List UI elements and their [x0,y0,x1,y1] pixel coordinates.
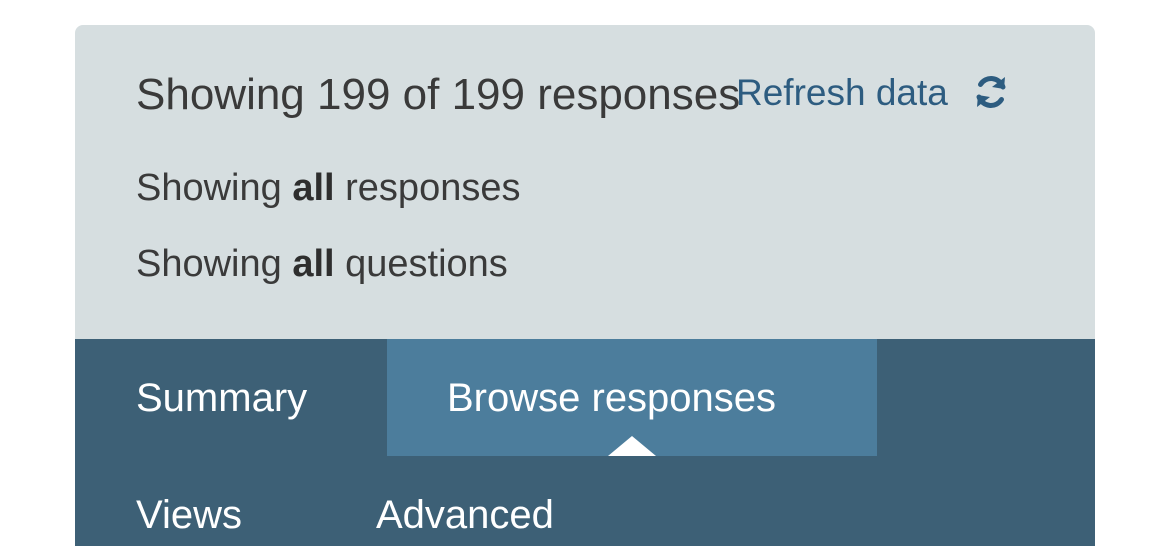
filter-suffix: responses [345,167,521,209]
refresh-data-label: Refresh data [736,71,948,113]
filter-suffix: questions [345,243,508,285]
response-filter-status: Showing all responses [136,169,520,207]
tab-browse-responses[interactable]: Browse responses [387,339,877,456]
refresh-data-link[interactable]: Refresh data [736,73,1010,111]
filter-prefix: Showing [136,167,282,209]
question-filter-status: Showing all questions [136,245,508,283]
refresh-icon [972,73,1010,111]
active-tab-indicator [608,436,656,456]
filter-prefix: Showing [136,243,282,285]
responses-panel: Showing 199 of 199 responses Refresh dat… [75,25,1095,546]
response-count-heading: Showing 199 of 199 responses [136,70,741,119]
tab-advanced[interactable]: Advanced [376,495,554,535]
filter-emphasis: all [292,167,335,209]
tab-summary[interactable]: Summary [136,378,307,418]
tab-views[interactable]: Views [136,495,242,535]
filter-emphasis: all [292,243,335,285]
results-tab-bar: Summary Browse responses Views Advanced [75,339,1095,546]
tab-browse-responses-label: Browse responses [447,376,777,420]
response-summary: Showing 199 of 199 responses Refresh dat… [75,25,1095,339]
